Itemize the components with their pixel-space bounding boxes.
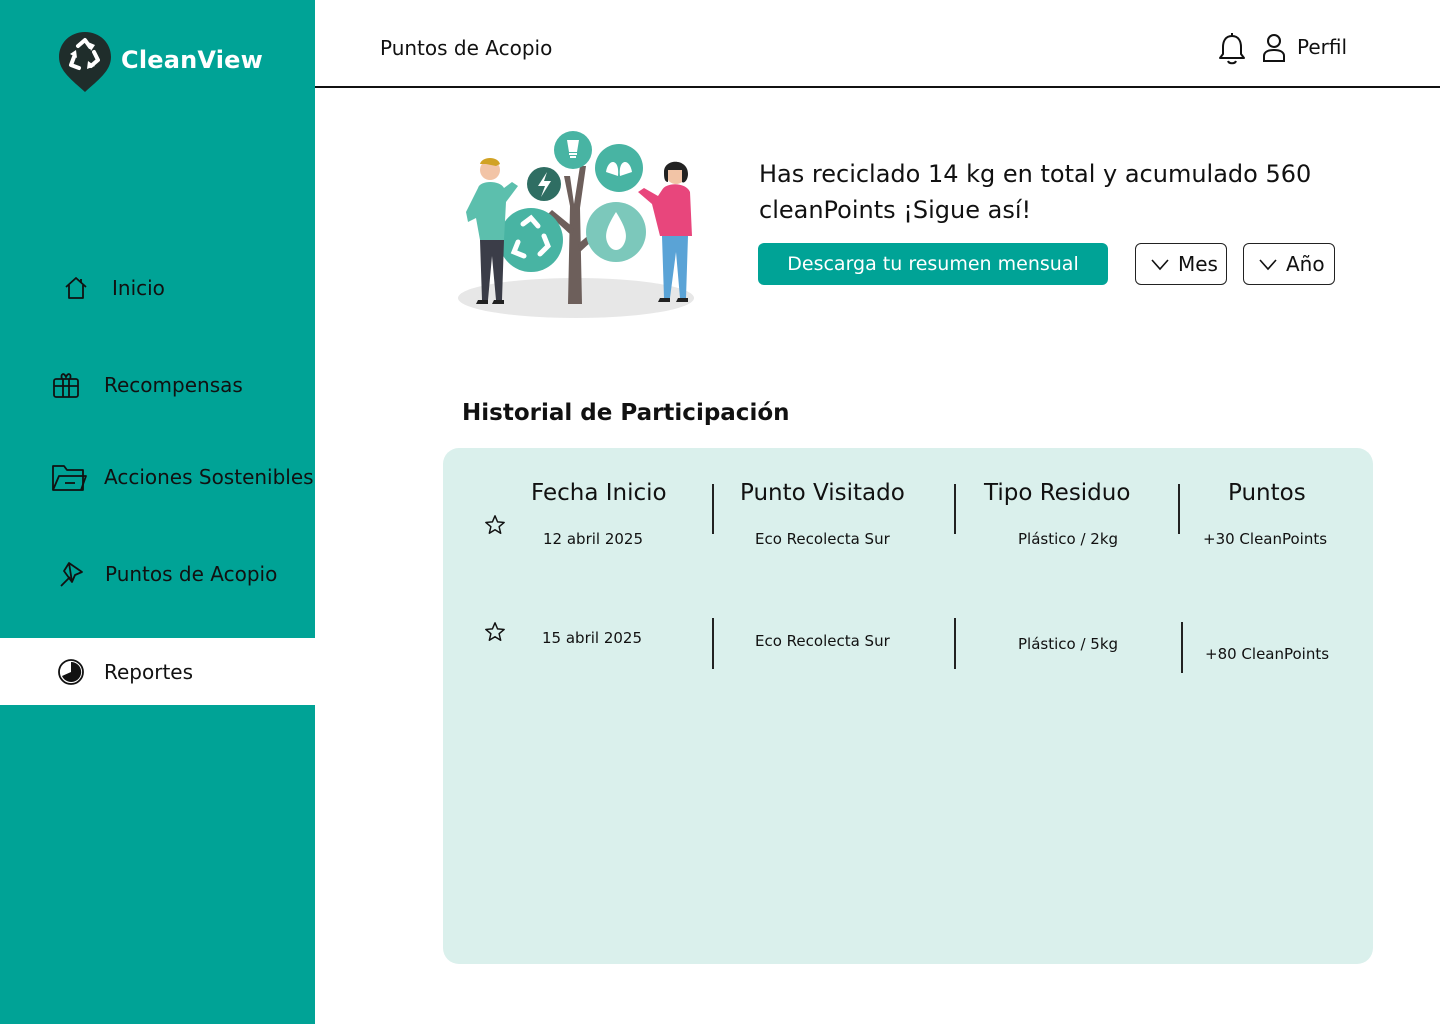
- pie-chart-icon: [55, 656, 87, 688]
- home-icon: [60, 272, 92, 304]
- column-divider: [954, 618, 956, 669]
- sidebar-item-reportes[interactable]: Reportes: [0, 638, 315, 705]
- download-summary-button[interactable]: Descarga tu resumen mensual: [758, 243, 1108, 285]
- star-icon[interactable]: [484, 621, 506, 643]
- history-table: Fecha Inicio Punto Visitado Tipo Residuo…: [443, 448, 1373, 964]
- folder-icon: [50, 458, 88, 496]
- sidebar-item-label: Puntos de Acopio: [105, 562, 278, 586]
- table-cell-place: Eco Recolecta Sur: [755, 530, 890, 548]
- summary-line: cleanPoints ¡Sigue así!: [759, 196, 1032, 224]
- month-select-label: Mes: [1178, 252, 1218, 276]
- top-bar: Puntos de Acopio Perfil: [315, 0, 1440, 88]
- sidebar-item-label: Reportes: [104, 659, 194, 684]
- profile-link[interactable]: Perfil: [1297, 35, 1347, 59]
- recycle-pin-logo-icon: [59, 32, 111, 92]
- sidebar-item-recompensas[interactable]: Recompensas: [0, 352, 315, 418]
- table-cell-date: 12 abril 2025: [543, 530, 644, 548]
- column-divider: [954, 484, 956, 534]
- user-icon[interactable]: [1259, 32, 1289, 64]
- gift-icon: [50, 369, 82, 401]
- logo[interactable]: CleanView: [58, 30, 263, 94]
- table-cell-waste: Plástico / 2kg: [1018, 530, 1119, 548]
- table-cell-date: 15 abril 2025: [542, 629, 643, 647]
- sidebar-item-puntos-de-acopio[interactable]: Puntos de Acopio: [0, 541, 315, 607]
- table-cell-waste: Plástico / 5kg: [1018, 635, 1119, 653]
- table-cell-points: +80 CleanPoints: [1205, 645, 1330, 663]
- app-name: CleanView: [121, 46, 264, 74]
- pin-icon: [55, 558, 87, 590]
- column-header-tipo: Tipo Residuo: [984, 480, 1131, 506]
- bell-icon[interactable]: [1215, 32, 1249, 66]
- sidebar: CleanView Inicio Recompensas Acciones So…: [0, 0, 315, 1024]
- recycling-tree-illustration: [458, 131, 694, 318]
- sidebar-item-label: Recompensas: [104, 373, 243, 397]
- sidebar-item-acciones-sostenibles[interactable]: Acciones Sostenibles: [0, 444, 315, 510]
- column-divider: [1178, 484, 1180, 534]
- table-cell-place: Eco Recolecta Sur: [755, 632, 890, 650]
- column-divider: [1181, 622, 1183, 673]
- column-header-fecha: Fecha Inicio: [531, 480, 667, 506]
- sidebar-item-label: Inicio: [112, 276, 165, 300]
- month-select[interactable]: Mes: [1135, 243, 1227, 285]
- recycling-summary: Has reciclado 14 kg en total y acumulado…: [759, 156, 1359, 228]
- column-header-puntos: Puntos: [1228, 480, 1306, 506]
- column-divider: [712, 618, 714, 669]
- column-divider: [712, 484, 714, 534]
- table-cell-points: +30 CleanPoints: [1203, 530, 1328, 548]
- year-select-label: Año: [1286, 252, 1325, 276]
- chevron-down-icon: [1151, 259, 1169, 271]
- column-header-punto: Punto Visitado: [740, 480, 905, 506]
- star-icon[interactable]: [484, 514, 506, 536]
- year-select[interactable]: Año: [1243, 243, 1335, 285]
- sidebar-item-label: Acciones Sostenibles: [104, 465, 314, 489]
- summary-line: Has reciclado 14 kg en total y acumulado…: [759, 160, 1312, 188]
- sidebar-item-inicio[interactable]: Inicio: [0, 255, 315, 321]
- history-title: Historial de Participación: [462, 400, 790, 426]
- chevron-down-icon: [1259, 259, 1277, 271]
- page-title: Puntos de Acopio: [380, 36, 553, 60]
